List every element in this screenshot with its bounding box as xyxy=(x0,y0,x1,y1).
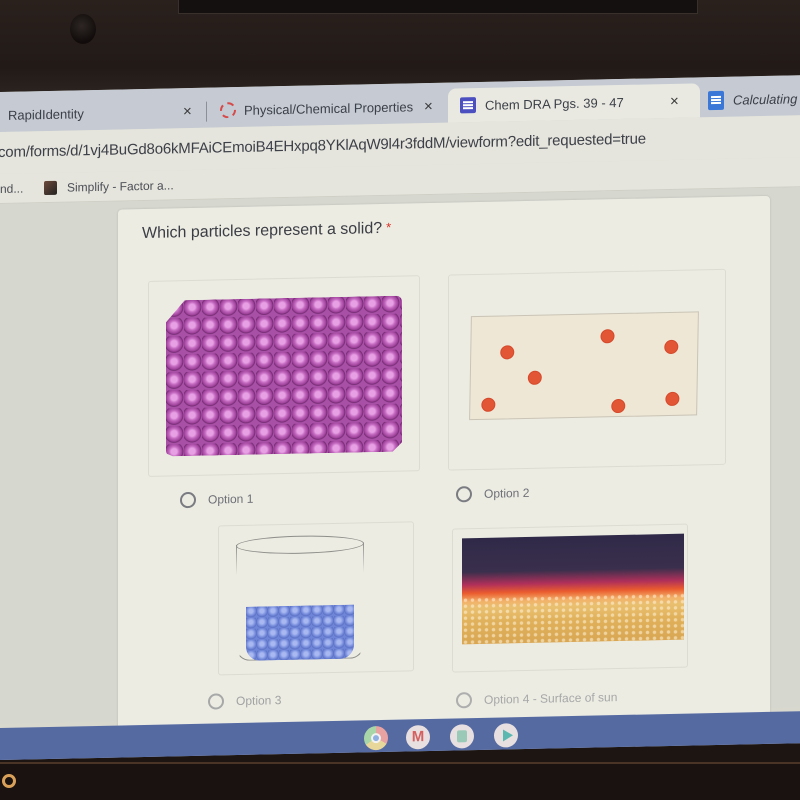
form-page: Which particles represent a solid? * Opti… xyxy=(0,187,800,730)
gas-particle xyxy=(528,371,541,384)
google-docs-icon xyxy=(708,90,724,110)
gas-particle xyxy=(601,330,614,343)
option-1-radio[interactable] xyxy=(180,491,196,509)
question-text: Which particles represent a solid? xyxy=(142,219,383,243)
power-led-icon xyxy=(2,774,16,788)
question-title: Which particles represent a solid? * xyxy=(142,220,391,243)
bookmark-label: nd... xyxy=(0,181,24,196)
close-icon[interactable]: × xyxy=(670,92,679,109)
tab-rapididentity[interactable]: RapidIdentity × xyxy=(0,94,205,132)
tab-separator xyxy=(206,101,207,122)
option-2-radio[interactable] xyxy=(456,486,472,503)
option-label: Option 4 - Surface of sun xyxy=(484,690,618,707)
webcam xyxy=(70,14,96,44)
option-4-radio[interactable] xyxy=(456,692,472,709)
bezel-slot xyxy=(178,0,698,14)
close-icon[interactable]: × xyxy=(183,102,192,119)
bookmark-label: Simplify - Factor a... xyxy=(67,178,174,195)
gas-particle xyxy=(665,340,678,354)
monitor-bezel-bottom xyxy=(0,762,800,800)
option-3[interactable]: Option 3 xyxy=(208,692,281,710)
option-3-radio[interactable] xyxy=(208,693,224,710)
gas-particle xyxy=(612,399,625,413)
question-card: Which particles represent a solid? * Opti… xyxy=(118,195,770,730)
solid-particles-image xyxy=(166,296,402,457)
loading-ring-icon xyxy=(220,102,236,119)
chrome-icon[interactable] xyxy=(364,725,388,751)
gas-particle xyxy=(482,398,495,411)
tab-title: RapidIdentity xyxy=(8,105,84,123)
option-label: Option 1 xyxy=(208,491,254,507)
gas-particle xyxy=(501,346,514,359)
tab-title: Physical/Chemical Properties xyxy=(244,98,414,118)
play-store-icon[interactable] xyxy=(494,723,518,748)
gas-particle xyxy=(666,392,679,406)
cube-icon xyxy=(44,180,57,196)
bookmark-item[interactable]: nd... xyxy=(0,182,23,196)
tab-calculating[interactable]: Calculating xyxy=(700,81,800,117)
option-2[interactable]: Option 2 xyxy=(456,485,529,503)
option-label: Option 3 xyxy=(236,693,282,709)
option-4[interactable]: Option 4 - Surface of sun xyxy=(456,689,618,709)
tab-physical-chemical-properties[interactable]: Physical/Chemical Properties × xyxy=(212,89,444,128)
screen: RapidIdentity × Physical/Chemical Proper… xyxy=(0,75,800,761)
liquid-particles xyxy=(246,604,354,661)
option-label: Option 2 xyxy=(484,485,530,501)
gas-particles-image xyxy=(469,311,699,421)
close-icon[interactable]: × xyxy=(424,97,433,114)
bookmark-simplify[interactable]: Simplify - Factor a... xyxy=(44,178,174,196)
tab-chem-dra[interactable]: Chem DRA Pgs. 39 - 47 × xyxy=(448,83,700,123)
required-marker: * xyxy=(386,219,392,235)
option-1[interactable]: Option 1 xyxy=(180,491,253,509)
tab-title: Chem DRA Pgs. 39 - 47 xyxy=(485,94,624,113)
gmail-icon[interactable] xyxy=(406,724,430,750)
liquid-particles-image xyxy=(236,534,364,663)
sun-surface-image xyxy=(462,533,684,645)
url-text[interactable]: com/forms/d/1vj4BuGd8o6kMFAiCEmoiB4EHxpq… xyxy=(0,130,646,161)
google-forms-icon xyxy=(460,97,476,114)
files-icon[interactable] xyxy=(450,724,474,749)
tab-title: Calculating xyxy=(733,90,798,108)
